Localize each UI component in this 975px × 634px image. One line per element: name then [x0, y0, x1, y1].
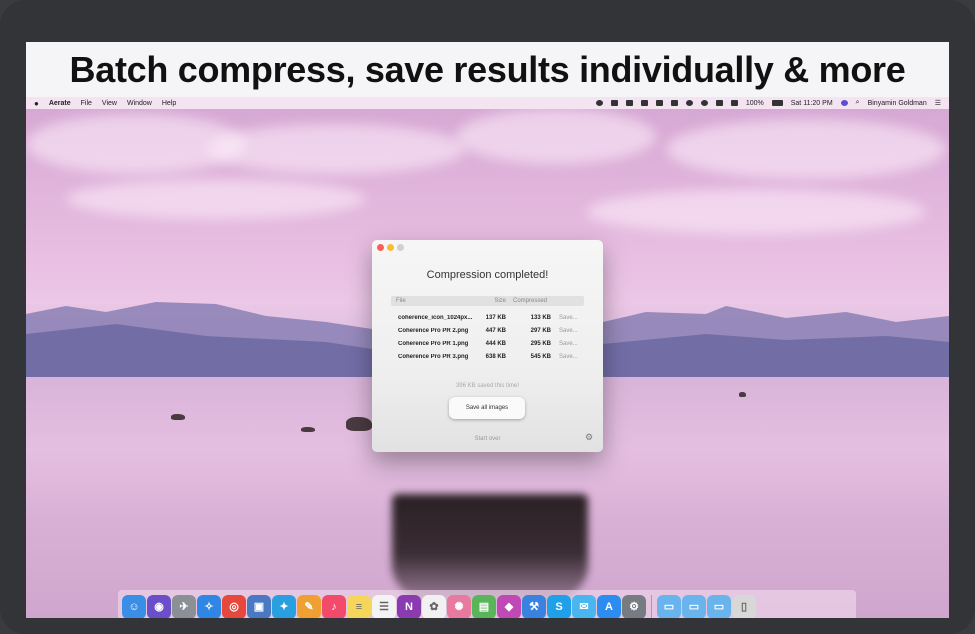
menu-view[interactable]: View: [102, 100, 117, 107]
launchpad-icon[interactable]: ✈: [172, 594, 196, 618]
photos-app-icon[interactable]: ▣: [247, 594, 271, 618]
col-compressed: Compressed: [512, 298, 547, 304]
trash-icon[interactable]: ▯: [732, 594, 756, 618]
save-button[interactable]: Save...: [551, 354, 584, 360]
tufa-rock-tiny: [301, 427, 315, 432]
siri-menu-icon[interactable]: [840, 100, 848, 106]
table-row: Coherence Pro PR 2.png 447 KB 297 KB Sav…: [391, 324, 584, 337]
aerate-window: Compression completed! File Size Compres…: [372, 240, 603, 452]
save-all-button[interactable]: Save all images: [449, 397, 525, 419]
saved-summary: 396 KB saved this time!: [455, 383, 520, 389]
status-icon-4[interactable]: [640, 100, 648, 106]
system-preferences-icon[interactable]: ⚙: [622, 594, 646, 618]
minimize-button[interactable]: [387, 244, 394, 251]
row-size: 444 KB: [485, 340, 506, 347]
banner-title: Batch compress, save results individuall…: [69, 48, 906, 90]
save-button[interactable]: Save...: [551, 328, 584, 334]
row-compressed: 133 KB: [530, 314, 551, 321]
xcode-icon[interactable]: ⚒: [522, 594, 546, 618]
menu-bar: ● Aerate File View Window Help 100% Sat …: [26, 97, 949, 109]
skype-icon[interactable]: S: [547, 594, 571, 618]
screen: Batch compress, save results individuall…: [26, 42, 949, 618]
dock: ☺ ◉ ✈ ✧ ◎ ▣ ✦ ✎ ♪ ≡ ☰ N ✿ ✺ ▤ ◆ ⚒ S ✉ A ⚙ ▭ ▭ ▭ ▯: [118, 590, 856, 618]
window-title: Compression completed!: [426, 269, 549, 281]
table-row: coherence_icon_1024px... 137 KB 133 KB S…: [391, 311, 584, 324]
gear-icon[interactable]: ⚙: [585, 433, 594, 442]
reminders-icon[interactable]: ☰: [372, 594, 396, 618]
search-icon[interactable]: ⌕: [856, 99, 860, 107]
status-icon-8[interactable]: [700, 100, 708, 106]
battery-icon[interactable]: [771, 100, 783, 106]
sketch-icon[interactable]: ◆: [497, 594, 521, 618]
table-header: File Size Compressed: [391, 296, 584, 306]
results-table: File Size Compressed coherence_icon_1024…: [391, 296, 584, 363]
volume-icon[interactable]: [715, 100, 723, 106]
messages-icon[interactable]: ✉: [572, 594, 596, 618]
device-frame: Batch compress, save results individuall…: [0, 0, 975, 634]
promo-banner: Batch compress, save results individuall…: [26, 42, 949, 97]
wifi-icon[interactable]: [730, 100, 738, 106]
save-button[interactable]: Save...: [551, 315, 584, 321]
row-size: 137 KB: [485, 314, 506, 321]
menu-file[interactable]: File: [81, 100, 92, 107]
safari-icon[interactable]: ✧: [197, 594, 221, 618]
pinwheel-icon[interactable]: ✺: [447, 594, 471, 618]
row-file: Coherence Pro PR 3.png: [398, 353, 469, 360]
row-compressed: 295 KB: [530, 340, 551, 347]
row-size: 638 KB: [485, 353, 506, 360]
table-row: Coherence Pro PR 3.png 638 KB 545 KB Sav…: [391, 350, 584, 363]
col-size: Size: [494, 298, 506, 304]
siri-icon[interactable]: ◉: [147, 594, 171, 618]
col-file: File: [396, 298, 406, 304]
menu-user[interactable]: Binyamin Goldman: [868, 100, 927, 107]
tufa-rock: [346, 417, 372, 431]
save-button[interactable]: Save...: [551, 341, 584, 347]
time-machine-icon[interactable]: [685, 100, 693, 106]
tweetbot-icon[interactable]: ✦: [272, 594, 296, 618]
chrome-icon[interactable]: ◎: [222, 594, 246, 618]
table-row: Coherence Pro PR 1.png 444 KB 295 KB Sav…: [391, 337, 584, 350]
row-compressed: 297 KB: [530, 327, 551, 334]
desktop-wallpaper: Compression completed! File Size Compres…: [26, 109, 949, 618]
menu-window[interactable]: Window: [127, 100, 152, 107]
airplay-icon[interactable]: [670, 100, 678, 106]
tufa-rock-far: [739, 392, 746, 397]
menu-help[interactable]: Help: [162, 100, 176, 107]
notification-center-icon[interactable]: ☰: [935, 99, 941, 107]
status-icon-1[interactable]: [595, 100, 603, 106]
row-size: 447 KB: [485, 327, 506, 334]
tufa-rock-small: [171, 414, 185, 420]
apple-menu-icon[interactable]: ●: [34, 99, 39, 108]
notes-icon[interactable]: ≡: [347, 594, 371, 618]
status-icon-2[interactable]: [610, 100, 618, 106]
documents-folder-icon[interactable]: ▭: [682, 594, 706, 618]
bluetooth-icon[interactable]: [625, 100, 633, 106]
row-compressed: 545 KB: [530, 353, 551, 360]
downloads-folder-icon[interactable]: ▭: [707, 594, 731, 618]
onenote-icon[interactable]: N: [397, 594, 421, 618]
photos-icon[interactable]: ✿: [422, 594, 446, 618]
row-file: Coherence Pro PR 1.png: [398, 340, 469, 347]
row-file: coherence_icon_1024px...: [398, 314, 473, 321]
finder-icon[interactable]: ☺: [122, 594, 146, 618]
menu-clock[interactable]: Sat 11:20 PM: [791, 100, 833, 107]
row-file: Coherence Pro PR 2.png: [398, 327, 469, 334]
status-icon-5[interactable]: [655, 100, 663, 106]
applications-folder-icon[interactable]: ▭: [657, 594, 681, 618]
preview-icon[interactable]: ▤: [472, 594, 496, 618]
start-over-link[interactable]: Start over: [372, 436, 603, 442]
zoom-button[interactable]: [397, 244, 404, 251]
battery-percent[interactable]: 100%: [746, 100, 764, 107]
pages-icon[interactable]: ✎: [297, 594, 321, 618]
menu-app-name[interactable]: Aerate: [49, 100, 71, 107]
music-icon[interactable]: ♪: [322, 594, 346, 618]
app-store-icon[interactable]: A: [597, 594, 621, 618]
dock-separator: [651, 594, 652, 618]
close-button[interactable]: [377, 244, 384, 251]
